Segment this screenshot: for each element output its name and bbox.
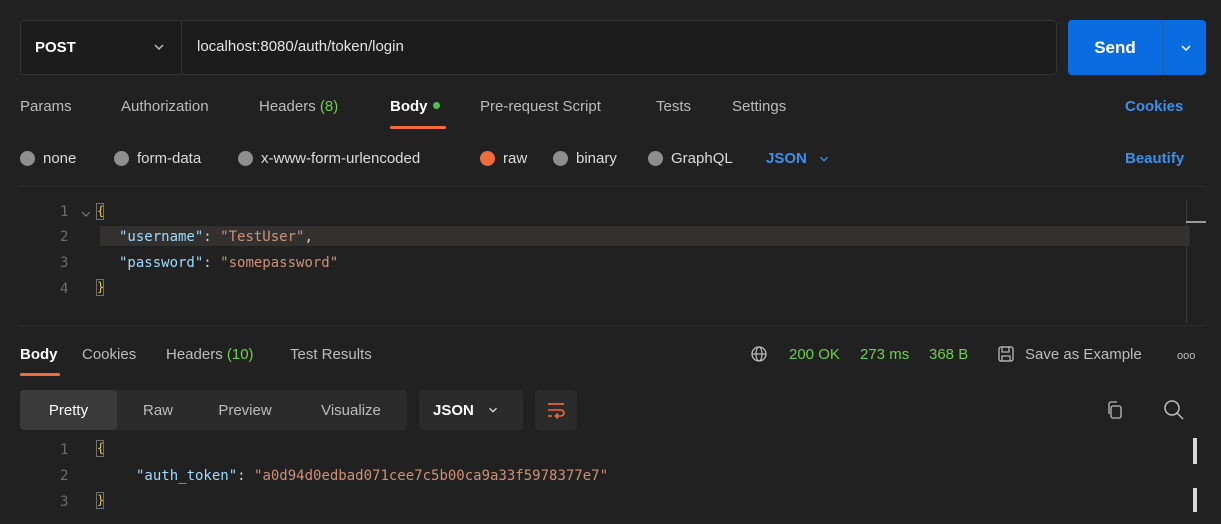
cookies-link[interactable]: Cookies bbox=[1125, 98, 1183, 115]
json-key: "password" bbox=[119, 255, 204, 271]
status-code[interactable]: 200 OK bbox=[789, 346, 840, 363]
response-time[interactable]: 273 ms bbox=[860, 346, 909, 363]
beautify-link[interactable]: Beautify bbox=[1125, 150, 1184, 167]
radio-urlencoded-label: x-www-form-urlencoded bbox=[261, 150, 421, 167]
radio-none[interactable]: none bbox=[20, 150, 76, 167]
wrap-lines-button[interactable] bbox=[535, 390, 577, 430]
response-tab-body[interactable]: Body bbox=[20, 346, 58, 363]
response-active-tab-indicator bbox=[20, 373, 60, 376]
view-raw-button[interactable]: Raw bbox=[132, 390, 184, 430]
response-open-brace: { bbox=[96, 440, 104, 457]
json-key: "username" bbox=[119, 229, 204, 245]
radio-form-data[interactable]: form-data bbox=[114, 150, 201, 167]
brace-match-box: { bbox=[96, 203, 105, 220]
line-number: 1 bbox=[60, 204, 69, 220]
open-brace: { bbox=[96, 203, 104, 220]
close-brace: } bbox=[96, 279, 104, 296]
line-number: 3 bbox=[60, 494, 69, 510]
radio-binary-label: binary bbox=[576, 150, 617, 167]
body-format-label: JSON bbox=[766, 150, 807, 167]
tab-body-label: Body bbox=[390, 98, 428, 115]
line-number: 2 bbox=[60, 229, 69, 245]
response-scrollbar-bottom[interactable] bbox=[1193, 488, 1197, 512]
tab-settings[interactable]: Settings bbox=[732, 98, 786, 115]
json-value: "TestUser" bbox=[220, 229, 305, 245]
radio-selected-icon bbox=[480, 151, 495, 166]
chevron-down-icon bbox=[819, 156, 828, 162]
line-number: 2 bbox=[60, 468, 69, 484]
chevron-down-icon[interactable] bbox=[1178, 40, 1194, 56]
fold-chevron-icon[interactable] bbox=[80, 208, 92, 220]
active-tab-indicator bbox=[390, 126, 446, 129]
editor-scroll-marker bbox=[1186, 221, 1206, 223]
line-number: 3 bbox=[60, 255, 69, 271]
response-size[interactable]: 368 B bbox=[929, 346, 968, 363]
radio-graphql[interactable]: GraphQL bbox=[648, 150, 733, 167]
wrap-lines-icon bbox=[548, 403, 565, 420]
code-line-username: "username": "TestUser", bbox=[119, 229, 313, 245]
response-tab-cookies[interactable]: Cookies bbox=[82, 346, 136, 363]
response-scrollbar-top[interactable] bbox=[1193, 438, 1197, 464]
radio-urlencoded[interactable]: x-www-form-urlencoded bbox=[238, 150, 420, 167]
view-preview-button[interactable]: Preview bbox=[200, 390, 290, 430]
radio-icon bbox=[20, 151, 35, 166]
view-pretty-button[interactable]: Pretty bbox=[20, 390, 117, 430]
radio-icon bbox=[114, 151, 129, 166]
radio-icon bbox=[553, 151, 568, 166]
tab-authorization[interactable]: Authorization bbox=[121, 98, 209, 115]
request-url-bar: POST localhost:8080/auth/token/login bbox=[20, 20, 1057, 75]
radio-graphql-label: GraphQL bbox=[671, 150, 733, 167]
tab-body[interactable]: Body bbox=[390, 98, 440, 115]
copy-icon[interactable] bbox=[1106, 400, 1124, 420]
response-tab-test-results[interactable]: Test Results bbox=[290, 346, 372, 363]
radio-icon bbox=[648, 151, 663, 166]
response-close-brace: } bbox=[96, 492, 104, 509]
more-options-icon[interactable]: ooo bbox=[1177, 350, 1195, 362]
url-input[interactable]: localhost:8080/auth/token/login bbox=[197, 38, 404, 55]
method-select[interactable]: POST bbox=[21, 21, 182, 74]
radio-raw[interactable]: raw bbox=[480, 150, 527, 167]
search-icon[interactable] bbox=[1163, 399, 1185, 421]
code-line-password: "password": "somepassword" bbox=[119, 255, 339, 271]
brace-match-box: } bbox=[96, 492, 105, 509]
response-headers-count: (10) bbox=[226, 346, 254, 363]
save-icon bbox=[998, 346, 1014, 362]
code-line-auth-token: "auth_token": "a0d94d0edbad071cee7c5b00c… bbox=[136, 468, 609, 484]
radio-binary[interactable]: binary bbox=[553, 150, 617, 167]
radio-form-data-label: form-data bbox=[137, 150, 202, 167]
response-tab-headers[interactable]: Headers (10) bbox=[166, 346, 254, 363]
modified-dot-icon bbox=[432, 102, 440, 109]
send-button[interactable]: Send bbox=[1068, 20, 1206, 75]
radio-none-label: none bbox=[43, 150, 77, 167]
response-format-label: JSON bbox=[433, 401, 474, 419]
line-number: 1 bbox=[60, 442, 69, 458]
chevron-down-icon bbox=[154, 44, 164, 51]
radio-raw-label: raw bbox=[503, 150, 528, 167]
chevron-down-icon bbox=[488, 407, 497, 413]
response-view-toggle: Pretty Raw Preview Visualize bbox=[20, 390, 407, 430]
method-label: POST bbox=[35, 39, 76, 56]
save-as-example-button[interactable]: Save as Example bbox=[1025, 346, 1142, 363]
response-format-select[interactable]: JSON bbox=[419, 390, 523, 430]
send-label: Send bbox=[1094, 37, 1136, 57]
json-value: "a0d94d0edbad071cee7c5b00ca9a33f5978377e… bbox=[254, 468, 609, 484]
brace-match-box: { bbox=[96, 440, 105, 457]
json-value: "somepassword" bbox=[220, 255, 339, 271]
editor-scrollbar[interactable] bbox=[1186, 200, 1187, 323]
tab-tests[interactable]: Tests bbox=[656, 98, 691, 115]
headers-count: (8) bbox=[319, 98, 339, 115]
line-number: 4 bbox=[60, 281, 69, 297]
body-format-select[interactable]: JSON bbox=[766, 150, 831, 167]
tab-headers[interactable]: Headers (8) bbox=[259, 98, 338, 115]
view-visualize-button[interactable]: Visualize bbox=[306, 390, 396, 430]
globe-icon[interactable] bbox=[750, 345, 768, 363]
tab-headers-label: Headers bbox=[259, 98, 316, 115]
tab-params[interactable]: Params bbox=[20, 98, 72, 115]
json-key: "auth_token" bbox=[136, 468, 238, 484]
send-divider bbox=[1162, 20, 1163, 75]
brace-match-box: } bbox=[96, 279, 105, 296]
response-headers-label: Headers bbox=[166, 346, 223, 363]
tab-prerequest-script[interactable]: Pre-request Script bbox=[480, 98, 601, 115]
radio-icon bbox=[238, 151, 253, 166]
